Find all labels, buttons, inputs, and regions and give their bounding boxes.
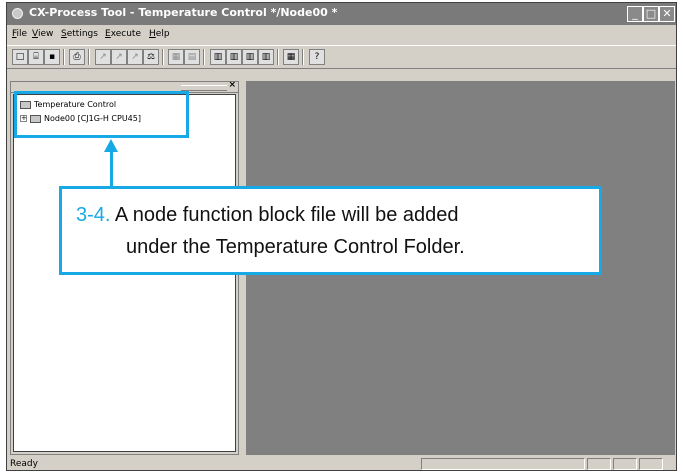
menu-file[interactable]: File bbox=[12, 29, 27, 39]
open-icon[interactable]: ⌸ bbox=[28, 49, 44, 65]
table-icon[interactable]: ▦ bbox=[283, 49, 299, 65]
grid4-icon[interactable]: ▥ bbox=[258, 49, 274, 65]
callout-box: 3-4. A node function block file will be … bbox=[59, 186, 602, 275]
grid1-icon[interactable]: ▥ bbox=[210, 49, 226, 65]
toolbar-separator bbox=[277, 49, 279, 65]
callout-connector bbox=[110, 151, 113, 187]
save-icon[interactable]: ▪ bbox=[44, 49, 60, 65]
run-stop-icon[interactable]: ▤ bbox=[184, 49, 200, 65]
menu-settings[interactable]: Settings bbox=[61, 29, 98, 39]
menu-execute[interactable]: Execute bbox=[105, 29, 141, 39]
scale-icon[interactable]: ⚖ bbox=[143, 49, 159, 65]
minimize-button[interactable]: _ bbox=[627, 6, 643, 22]
menu-bar: File View Settings Execute Help bbox=[7, 26, 676, 43]
arrow2-icon[interactable]: ↗ bbox=[127, 49, 143, 65]
close-button[interactable]: ✕ bbox=[659, 6, 675, 22]
print-icon[interactable]: ⎙ bbox=[69, 49, 85, 65]
toolbar: □ ⌸ ▪ ⎙ ↗ ↗ ↗ ⚖ ▦ ▤ ▥ ▥ ▥ ▥ ▦ ? bbox=[7, 45, 676, 69]
status-bar: Ready bbox=[7, 457, 676, 471]
grid3-icon[interactable]: ▥ bbox=[242, 49, 258, 65]
window-title: CX-Process Tool - Temperature Control */… bbox=[29, 6, 338, 19]
menu-view[interactable]: View bbox=[32, 29, 53, 39]
status-panel bbox=[639, 458, 663, 470]
menu-help[interactable]: Help bbox=[149, 29, 170, 39]
arrow-icon[interactable]: ↗ bbox=[111, 49, 127, 65]
title-bar: CX-Process Tool - Temperature Control */… bbox=[7, 3, 676, 25]
toolbar-separator bbox=[88, 49, 90, 65]
maximize-button[interactable]: □ bbox=[643, 6, 659, 22]
callout-line-2: under the Temperature Control Folder. bbox=[126, 236, 465, 258]
status-panel bbox=[613, 458, 637, 470]
status-panel bbox=[587, 458, 611, 470]
toolbar-separator bbox=[203, 49, 205, 65]
highlight-box bbox=[14, 91, 189, 138]
status-text: Ready bbox=[10, 459, 38, 469]
callout-step-number: 3-4. bbox=[76, 204, 111, 226]
grid2-icon[interactable]: ▥ bbox=[226, 49, 242, 65]
rh-icon[interactable]: ▦ bbox=[168, 49, 184, 65]
help-icon[interactable]: ? bbox=[309, 49, 325, 65]
draw-line-icon[interactable]: ↗ bbox=[95, 49, 111, 65]
app-icon[interactable] bbox=[12, 8, 23, 19]
new-icon[interactable]: □ bbox=[12, 49, 28, 65]
status-panel bbox=[421, 458, 585, 470]
callout-line-1: A node function block file will be added bbox=[114, 204, 459, 226]
pane-close-icon[interactable]: × bbox=[228, 80, 236, 90]
toolbar-separator bbox=[162, 49, 164, 65]
toolbar-separator bbox=[302, 49, 304, 65]
toolbar-separator bbox=[63, 49, 65, 65]
